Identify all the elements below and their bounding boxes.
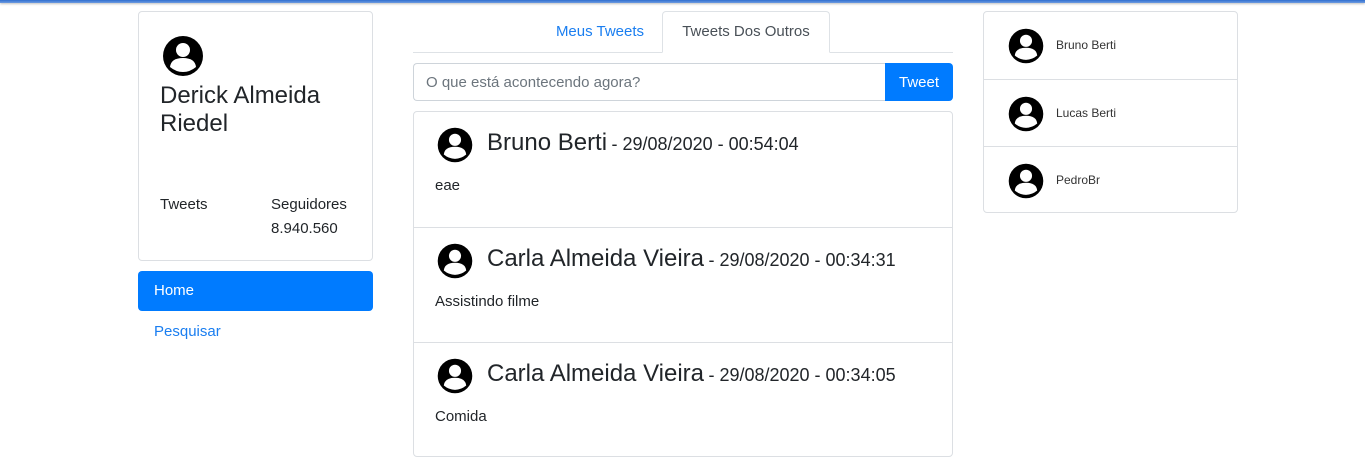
tweet-button[interactable]: Tweet [885,63,953,101]
user-list-name: Lucas Berti [1056,106,1117,120]
tweet-separator: - [708,250,720,270]
tweets-stat: Tweets [160,193,208,217]
tweet-separator: - [708,365,720,385]
tweet-text: Comida [435,408,487,425]
user-list-item[interactable]: Bruno Berti [984,12,1237,79]
user-avatar-icon [161,34,205,78]
profile-name: Derick Almeida Riedel [160,82,321,137]
followers-count: 8.940.560 [271,220,338,237]
tweet-item: Carla Almeida Vieira - 29/08/2020 - 00:3… [414,227,952,342]
tweet-date: 29/08/2020 - 00:54:04 [622,134,799,154]
user-list-name: PedroBr [1056,173,1101,187]
nav-search[interactable]: Pesquisar [138,312,373,352]
user-list: Bruno Berti Lucas Berti PedroBr [983,11,1238,213]
tweet-item: Carla Almeida Vieira - 29/08/2020 - 00:3… [414,342,952,457]
tweet-author: Bruno Berti [487,129,608,156]
tweet-input[interactable] [413,63,886,101]
nav-home[interactable]: Home [138,271,373,311]
tab-my-tweets[interactable]: Meus Tweets [538,11,662,53]
top-accent-bar [0,0,1365,3]
user-list-item[interactable]: Lucas Berti [984,79,1237,146]
followers-stat: Seguidores 8.940.560 [271,193,347,241]
tweet-date: 29/08/2020 - 00:34:05 [719,365,896,385]
tweet-author: Carla Almeida Vieira [487,360,704,387]
profile-card: Derick Almeida Riedel Tweets Seguidores … [138,11,373,261]
tweet-date: 29/08/2020 - 00:34:31 [719,250,896,270]
tweets-label: Tweets [160,196,208,213]
tweet-header: Carla Almeida Vieira - 29/08/2020 - 00:3… [487,244,896,274]
tweet-feed: Bruno Berti - 29/08/2020 - 00:54:04 eae … [413,111,953,457]
tweet-text: eae [435,177,461,194]
tweet-author: Carla Almeida Vieira [487,245,704,272]
tweet-separator: - [611,134,623,154]
user-list-item[interactable]: PedroBr [984,146,1237,213]
tab-others-tweets[interactable]: Tweets Dos Outros [662,11,830,53]
followers-label: Seguidores [271,196,347,213]
tweet-header: Carla Almeida Vieira - 29/08/2020 - 00:3… [487,359,896,389]
tweet-text: Assistindo filme [435,293,540,310]
tweet-header: Bruno Berti - 29/08/2020 - 00:54:04 [487,128,799,158]
user-list-name: Bruno Berti [1056,38,1117,52]
tweet-item: Bruno Berti - 29/08/2020 - 00:54:04 eae [414,112,952,227]
